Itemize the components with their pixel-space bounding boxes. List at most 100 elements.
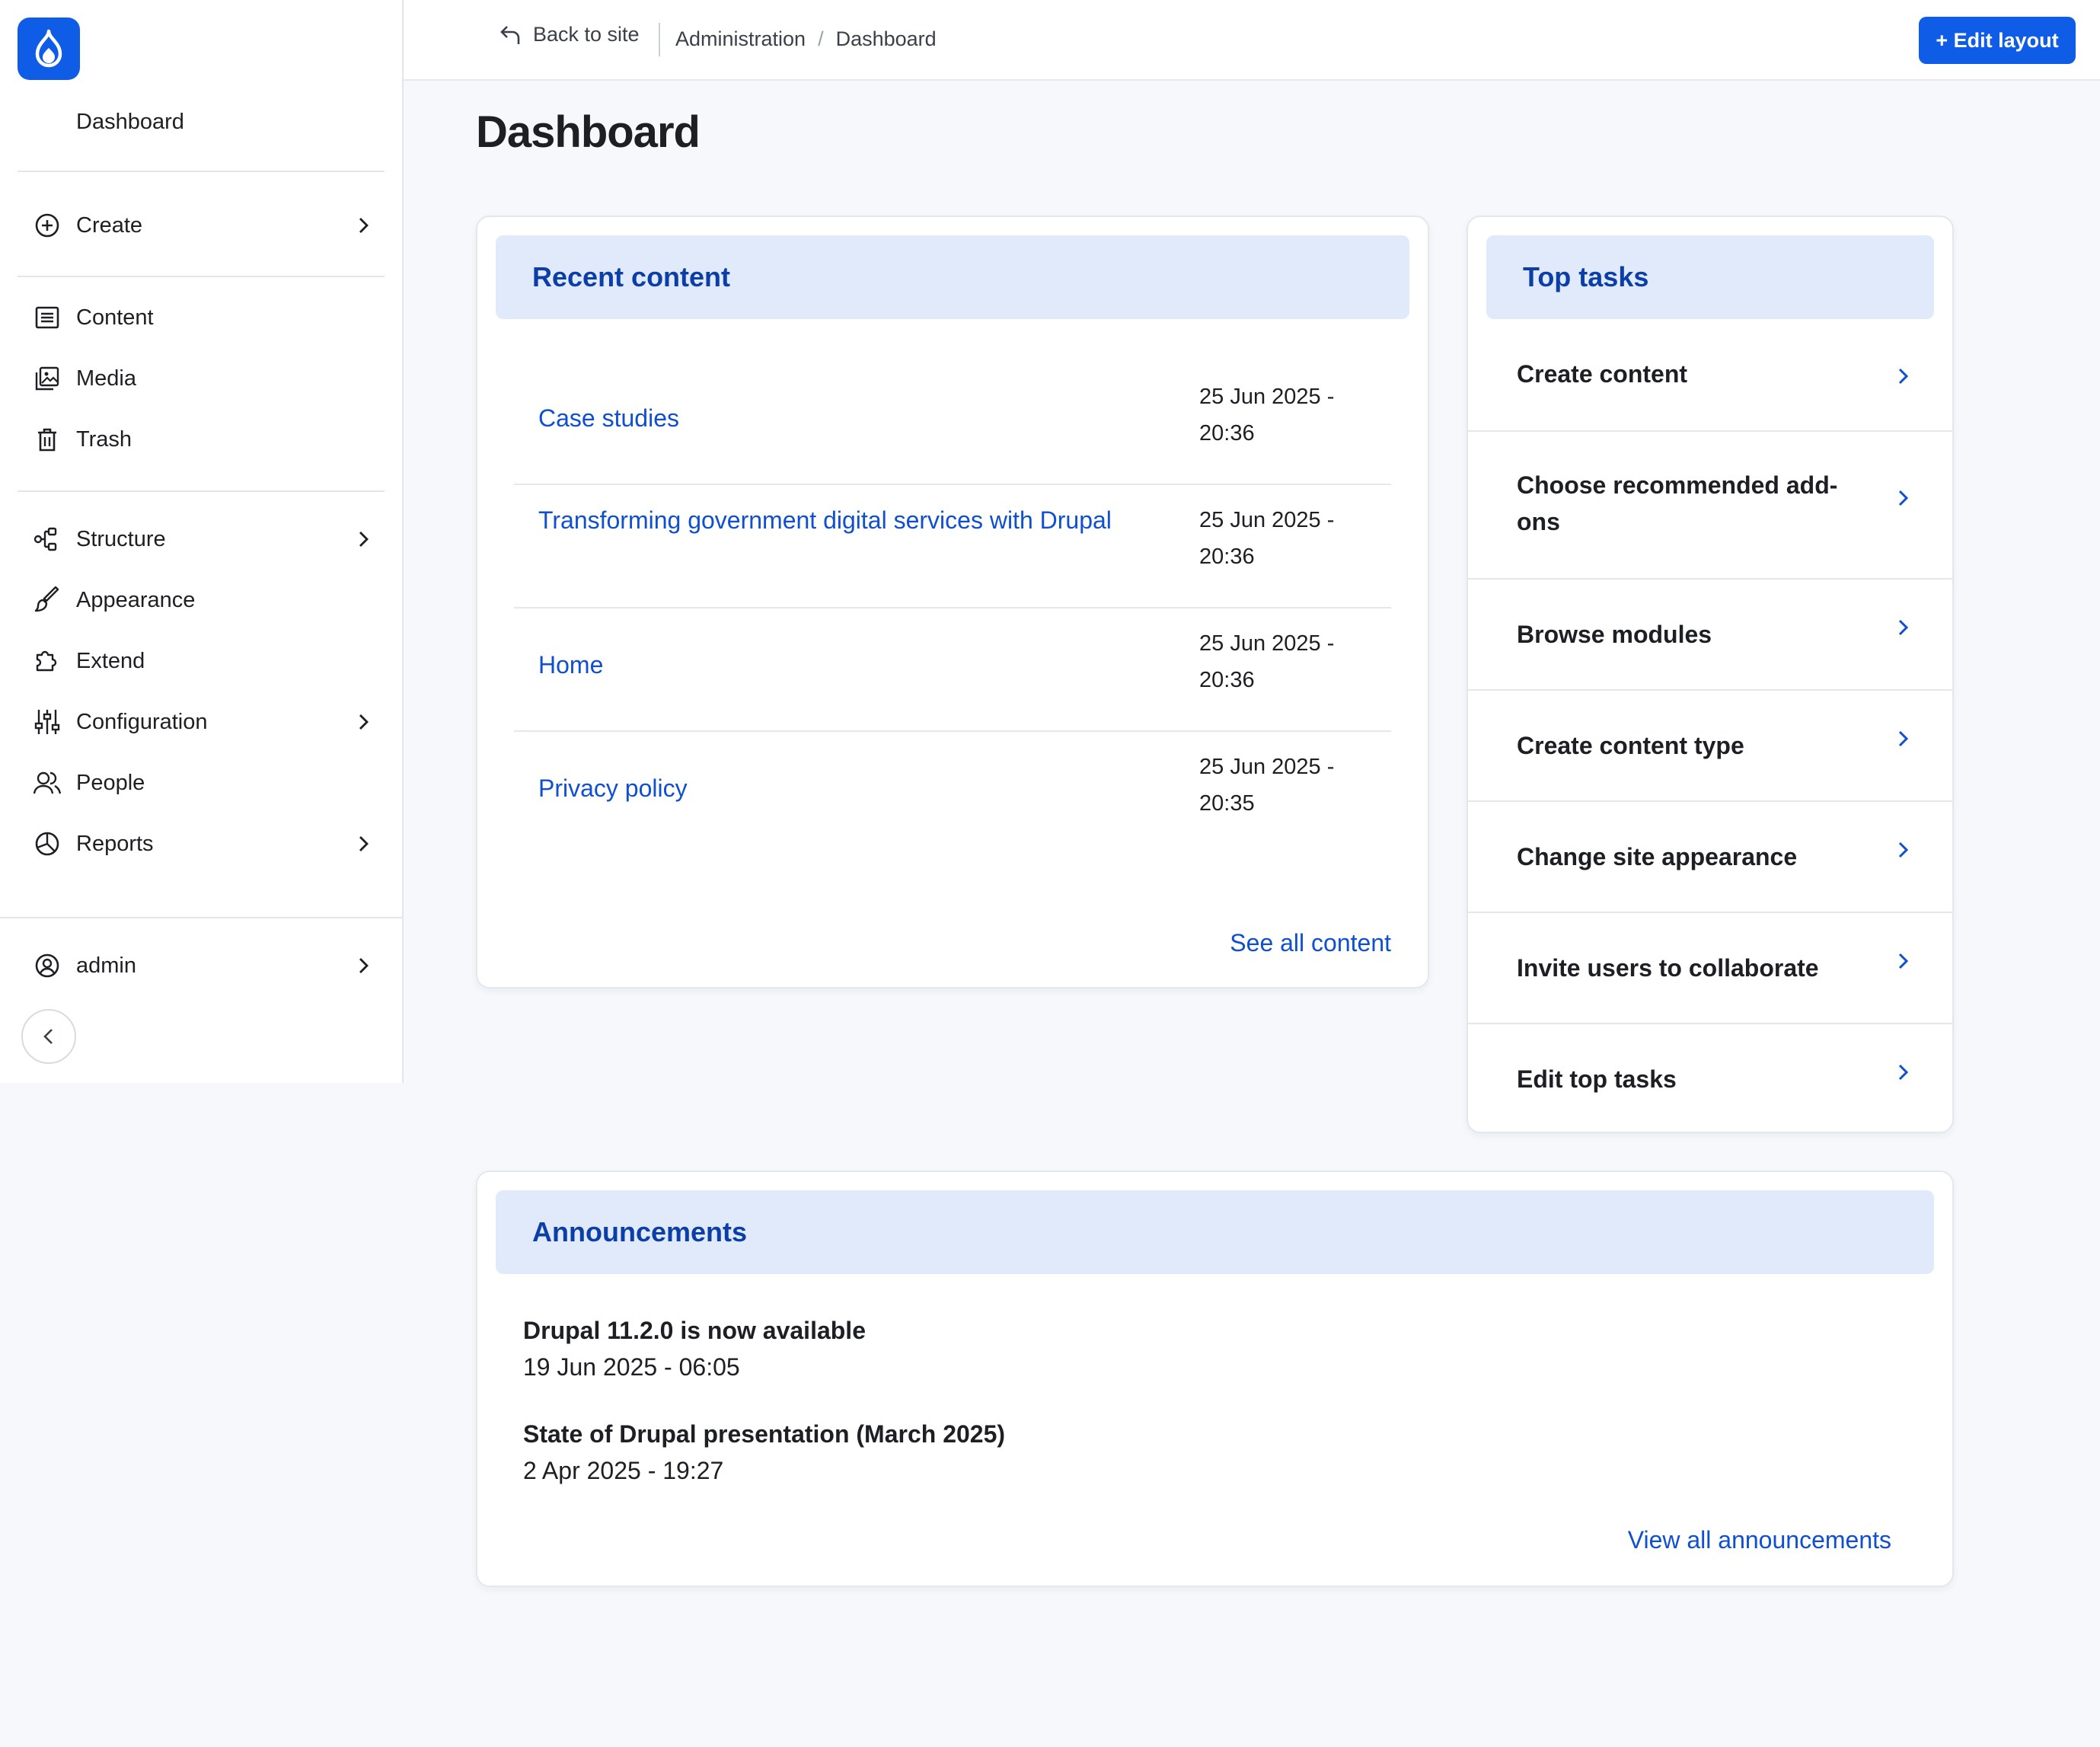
task-item-change-appearance[interactable]: Change site appearance bbox=[1468, 802, 1952, 913]
chevron-right-icon bbox=[1891, 616, 1914, 639]
edit-layout-button[interactable]: + Edit layout bbox=[1919, 17, 2076, 64]
sidebar-item-label: admin bbox=[76, 953, 136, 978]
sidebar: Dashboard Create Content Media Trash Str… bbox=[0, 0, 404, 1083]
trash-icon bbox=[32, 424, 62, 455]
content-title-link[interactable]: Privacy policy bbox=[538, 770, 1117, 806]
sidebar-item-appearance[interactable]: Appearance bbox=[32, 577, 375, 623]
paintbrush-icon bbox=[32, 585, 62, 615]
divider bbox=[659, 23, 660, 56]
sidebar-item-label: Configuration bbox=[76, 709, 208, 734]
top-tasks-heading: Top tasks bbox=[1486, 235, 1934, 319]
task-label: Create content type bbox=[1517, 732, 1744, 759]
announcements-card: Announcements Drupal 11.2.0 is now avail… bbox=[476, 1171, 1954, 1587]
people-icon bbox=[32, 768, 62, 798]
sidebar-item-label: Appearance bbox=[76, 587, 196, 612]
sidebar-item-configuration[interactable]: Configuration bbox=[32, 699, 375, 745]
plus-circle-icon bbox=[32, 210, 62, 241]
chevron-right-icon bbox=[1891, 950, 1914, 973]
task-label: Browse modules bbox=[1517, 621, 1712, 648]
content-title-link[interactable]: Home bbox=[538, 647, 1117, 683]
sidebar-item-create[interactable]: Create bbox=[32, 203, 375, 248]
announcement-date: 19 Jun 2025 - 06:05 bbox=[523, 1353, 740, 1381]
table-row: Privacy policy 25 Jun 2025 - 20:35 bbox=[514, 732, 1391, 855]
user-avatar-icon bbox=[32, 950, 62, 981]
back-to-site-link[interactable]: Back to site bbox=[499, 23, 640, 46]
task-item-invite-users[interactable]: Invite users to collaborate bbox=[1468, 913, 1952, 1024]
chevron-right-icon bbox=[352, 214, 375, 237]
task-label: Choose recommended add-ons bbox=[1517, 471, 1838, 535]
sidebar-item-people[interactable]: People bbox=[32, 760, 375, 806]
task-label: Edit top tasks bbox=[1517, 1065, 1677, 1093]
breadcrumb-administration[interactable]: Administration bbox=[675, 27, 806, 51]
sidebar-item-label: Extend bbox=[76, 648, 145, 673]
recent-content-heading: Recent content bbox=[496, 235, 1409, 319]
top-bar: Back to site Administration / Dashboard … bbox=[404, 0, 2100, 81]
table-row: Transforming government digital services… bbox=[514, 485, 1391, 608]
sidebar-item-label: Reports bbox=[76, 831, 154, 856]
sidebar-item-label: Create bbox=[76, 212, 143, 238]
sidebar-item-structure[interactable]: Structure bbox=[32, 516, 375, 562]
chevron-right-icon bbox=[352, 954, 375, 977]
content-list-icon bbox=[32, 302, 62, 333]
breadcrumb-separator: / bbox=[818, 27, 824, 50]
sliders-icon bbox=[32, 707, 62, 737]
chevron-right-icon bbox=[352, 832, 375, 855]
task-label: Change site appearance bbox=[1517, 843, 1798, 870]
chevron-left-icon bbox=[43, 1029, 53, 1044]
content-date: 25 Jun 2025 - 20:36 bbox=[1199, 385, 1335, 446]
sidebar-item-content[interactable]: Content bbox=[32, 295, 375, 340]
chevron-right-icon bbox=[1891, 365, 1914, 388]
sidebar-item-media[interactable]: Media bbox=[32, 356, 375, 401]
structure-tree-icon bbox=[32, 524, 62, 554]
breadcrumb-dashboard: Dashboard bbox=[835, 27, 937, 50]
announcement-date: 2 Apr 2025 - 19:27 bbox=[523, 1457, 724, 1484]
view-all-announcements-link[interactable]: View all announcements bbox=[1628, 1526, 1891, 1554]
back-arrow-icon bbox=[500, 25, 520, 44]
sidebar-item-label: Content bbox=[76, 305, 154, 330]
pie-chart-icon bbox=[32, 829, 62, 859]
sidebar-item-extend[interactable]: Extend bbox=[32, 638, 375, 684]
chevron-right-icon bbox=[1891, 1061, 1914, 1084]
sidebar-item-label: People bbox=[76, 770, 145, 795]
chevron-right-icon bbox=[1891, 487, 1914, 509]
back-to-site-label: Back to site bbox=[533, 23, 640, 46]
content-date: 25 Jun 2025 - 20:36 bbox=[1199, 508, 1335, 569]
table-row: Case studies 25 Jun 2025 - 20:36 bbox=[514, 362, 1391, 485]
collapse-sidebar-button[interactable] bbox=[21, 1009, 76, 1064]
content-title-link[interactable]: Case studies bbox=[538, 400, 1117, 436]
announcement-title-link[interactable]: Drupal 11.2.0 is now available bbox=[523, 1312, 866, 1349]
chevron-right-icon bbox=[352, 711, 375, 733]
announcements-heading: Announcements bbox=[496, 1190, 1934, 1274]
task-label: Invite users to collaborate bbox=[1517, 954, 1819, 982]
media-image-icon bbox=[32, 363, 62, 394]
task-item-edit-top-tasks[interactable]: Edit top tasks bbox=[1468, 1024, 1952, 1133]
see-all-content-link[interactable]: See all content bbox=[1230, 929, 1391, 957]
sidebar-item-reports[interactable]: Reports bbox=[32, 821, 375, 867]
sidebar-item-label: Trash bbox=[76, 426, 132, 452]
task-item-browse-modules[interactable]: Browse modules bbox=[1468, 580, 1952, 691]
content-date: 25 Jun 2025 - 20:36 bbox=[1199, 631, 1335, 692]
chevron-right-icon bbox=[1891, 727, 1914, 750]
breadcrumb: Administration / Dashboard bbox=[675, 27, 937, 51]
sidebar-item-label: Structure bbox=[76, 526, 166, 551]
recent-content-card: Recent content Case studies 25 Jun 2025 … bbox=[476, 216, 1429, 988]
task-item-recommended-addons[interactable]: Choose recommended add-ons bbox=[1468, 432, 1952, 580]
sidebar-item-label: Media bbox=[76, 366, 136, 391]
drupal-drop-icon bbox=[35, 29, 62, 68]
content-title-link[interactable]: Transforming government digital services… bbox=[538, 502, 1117, 538]
divider bbox=[18, 276, 385, 277]
announcement-title-link[interactable]: State of Drupal presentation (March 2025… bbox=[523, 1416, 1005, 1452]
top-tasks-card: Top tasks Create content Choose recommen… bbox=[1466, 216, 1954, 1133]
sidebar-item-trash[interactable]: Trash bbox=[32, 417, 375, 462]
task-item-create-content-type[interactable]: Create content type bbox=[1468, 691, 1952, 802]
task-item-create-content[interactable]: Create content bbox=[1468, 319, 1952, 432]
divider bbox=[18, 490, 385, 492]
task-label: Create content bbox=[1517, 360, 1688, 388]
puzzle-piece-icon bbox=[32, 646, 62, 676]
sidebar-item-admin[interactable]: admin bbox=[32, 943, 375, 988]
drupal-logo[interactable] bbox=[18, 18, 80, 80]
sidebar-title: Dashboard bbox=[76, 110, 184, 134]
chevron-right-icon bbox=[1891, 838, 1914, 861]
divider bbox=[18, 171, 385, 172]
table-row: Home 25 Jun 2025 - 20:36 bbox=[514, 608, 1391, 732]
